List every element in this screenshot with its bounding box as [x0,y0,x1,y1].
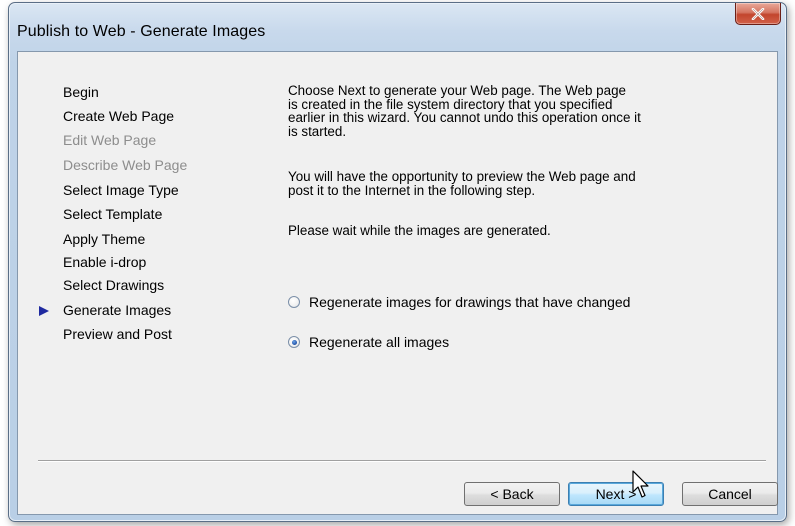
title-bar[interactable]: Publish to Web - Generate Images [9,3,786,51]
step-create-web-page: Create Web Page [63,108,175,124]
back-button[interactable]: < Back [464,482,560,506]
paragraph-line: You will have the opportunity to preview… [288,169,636,184]
publish-to-web-dialog: Publish to Web - Generate Images Begin C… [8,2,787,522]
step-edit-web-page: Edit Web Page [63,132,157,148]
instruction-paragraph-preview: You will have the opportunity to preview… [288,170,688,197]
step-select-image-type: Select Image Type [63,182,179,198]
paragraph-line: Choose Next to generate your Web page. T… [288,83,626,98]
button-separator [38,460,766,462]
window-title: Publish to Web - Generate Images [17,23,266,40]
close-button[interactable] [735,3,781,25]
status-message: Please wait while the images are generat… [288,223,551,238]
step-apply-theme: Apply Theme [63,231,146,247]
paragraph-line: earlier in this wizard. You cannot undo … [288,110,641,125]
option-regenerate-all[interactable]: Regenerate all images [288,334,449,350]
option-regenerate-changed[interactable]: Regenerate images for drawings that have… [288,294,630,310]
close-icon [751,7,765,20]
dialog-client-area: Begin Create Web Page Edit Web Page Desc… [17,51,778,515]
regenerate-changed-radio[interactable] [288,296,300,308]
step-describe-web-page: Describe Web Page [63,157,188,173]
regenerate-all-radio[interactable] [288,336,300,348]
step-generate-images: Generate Images [63,302,172,318]
paragraph-line: post it to the Internet in the following… [288,182,536,198]
step-select-drawings: Select Drawings [63,277,165,293]
instruction-paragraph-generate: Choose Next to generate your Web page. T… [288,84,688,138]
paragraph-line: is created in the file system directory … [288,96,613,112]
step-select-template: Select Template [63,206,163,222]
current-step-arrow-icon [39,306,49,316]
step-preview-and-post: Preview and Post [63,326,172,342]
step-begin: Begin [63,84,99,100]
paragraph-line: is started. [288,123,347,139]
step-enable-i-drop: Enable i-drop [63,254,147,270]
cancel-button[interactable]: Cancel [682,482,778,506]
regenerate-all-label[interactable]: Regenerate all images [309,334,449,350]
mouse-pointer-icon [632,470,649,498]
regenerate-changed-label[interactable]: Regenerate images for drawings that have… [309,294,630,310]
